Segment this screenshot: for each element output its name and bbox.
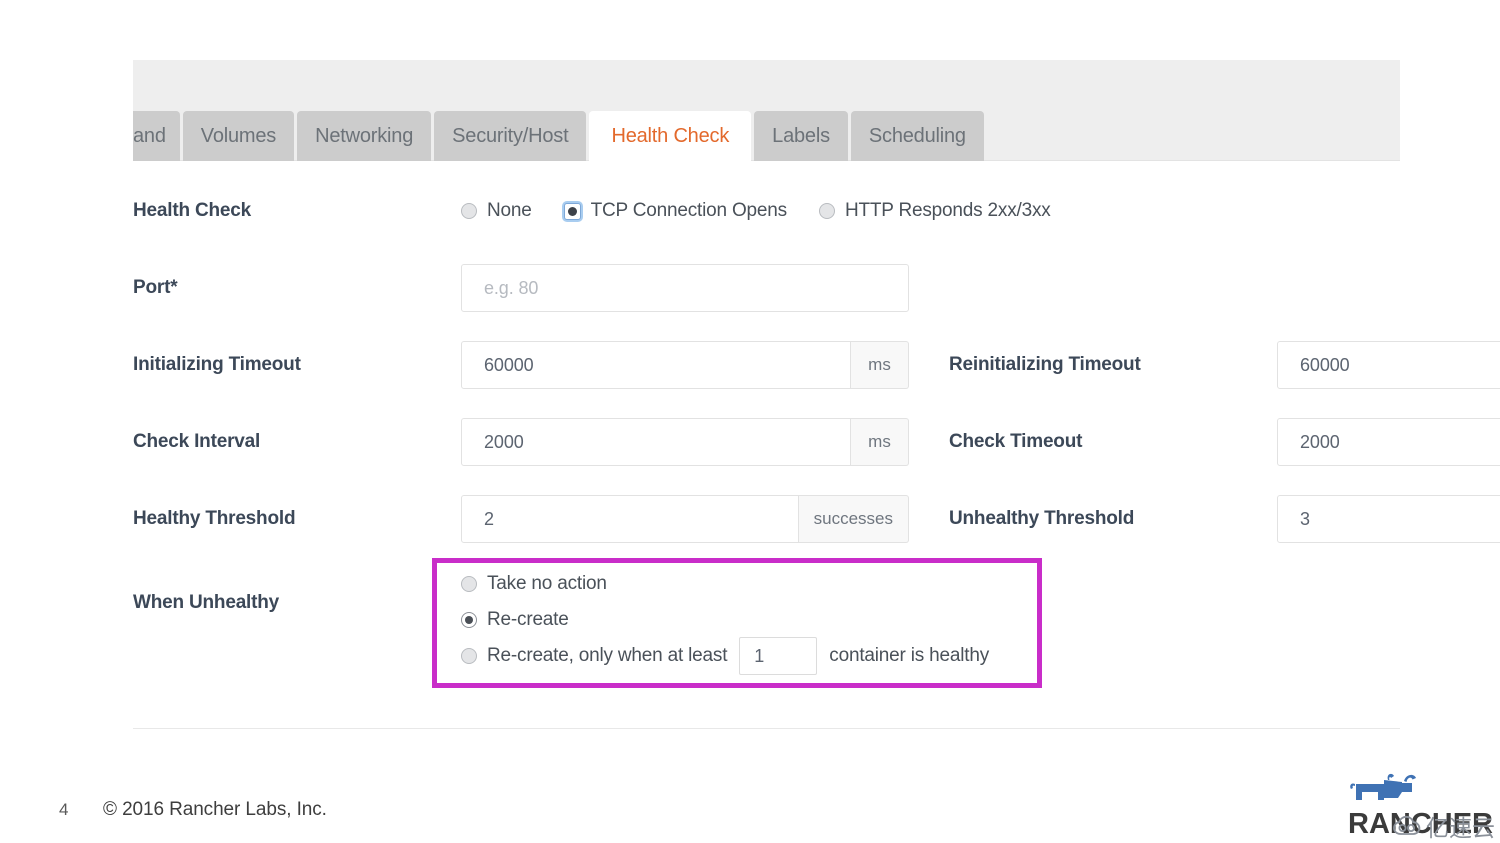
watermark-text: 亿速云 (1426, 809, 1495, 843)
check-interval-input[interactable]: 2000 (461, 418, 851, 466)
radio-label-after: container is healthy (829, 645, 989, 667)
row-initializing-timeout: Initializing Timeout 60000 ms Reinitiali… (0, 341, 1500, 389)
label-initializing-timeout: Initializing Timeout (133, 354, 301, 376)
unhealthy-threshold-input[interactable]: 3 (1277, 495, 1500, 543)
tab-scheduling[interactable]: Scheduling (851, 111, 984, 161)
row-check-interval: Check Interval 2000 ms Check Timeout 200… (0, 418, 1500, 466)
label-unhealthy-threshold: Unhealthy Threshold (949, 508, 1134, 530)
radio-icon[interactable] (819, 203, 835, 219)
radio-icon[interactable] (461, 576, 477, 592)
minimum-healthy-container-input[interactable]: 1 (739, 637, 817, 675)
field-reinitializing-timeout: 60000 ms (1277, 341, 1500, 389)
radio-icon[interactable] (564, 203, 581, 220)
page-number: 4 (59, 800, 68, 820)
radio-option-tcp-connection-opens[interactable]: TCP Connection Opens (564, 200, 787, 222)
row-port: Port* e.g. 80 (0, 264, 1500, 312)
radio-label: None (487, 200, 532, 222)
label-healthy-threshold: Healthy Threshold (133, 508, 295, 530)
tab-bar: and Volumes Networking Security/Host Hea… (133, 111, 1400, 161)
when-unhealthy-radio-group: Take no action Re-create Re-create, only… (461, 566, 989, 674)
tab-label: and (133, 125, 166, 147)
check-timeout-input[interactable]: 2000 (1277, 418, 1500, 466)
row-health-check: Health Check None TCP Connection Opens H… (0, 187, 1500, 235)
tab-command[interactable]: and (133, 111, 180, 161)
radio-icon[interactable] (461, 648, 477, 664)
row-healthy-threshold: Healthy Threshold 2 successes Unhealthy … (0, 495, 1500, 543)
radio-label: TCP Connection Opens (591, 200, 787, 222)
tab-label: Labels (772, 125, 830, 147)
field-port: e.g. 80 (461, 264, 909, 312)
cloud-icon (1393, 815, 1421, 837)
row-when-unhealthy: When Unhealthy Take no action Re-create … (0, 558, 1500, 688)
watermark: 亿速云 (1393, 809, 1495, 843)
field-check-interval: 2000 ms (461, 418, 909, 466)
tab-security-host[interactable]: Security/Host (434, 111, 586, 161)
port-input[interactable]: e.g. 80 (461, 264, 909, 312)
tab-label: Volumes (201, 125, 276, 147)
radio-option-take-no-action[interactable]: Take no action (461, 566, 989, 602)
field-check-timeout: 2000 ms (1277, 418, 1500, 466)
healthy-threshold-input[interactable]: 2 (461, 495, 799, 543)
healthy-threshold-unit: successes (799, 495, 909, 543)
footer-divider (133, 728, 1400, 729)
slide-canvas: and Volumes Networking Security/Host Hea… (0, 0, 1500, 843)
radio-option-none[interactable]: None (461, 200, 532, 222)
radio-option-re-create[interactable]: Re-create (461, 602, 989, 638)
radio-label: HTTP Responds 2xx/3xx (845, 200, 1051, 222)
radio-option-http-responds[interactable]: HTTP Responds 2xx/3xx (819, 200, 1051, 222)
tab-label: Networking (315, 125, 413, 147)
label-check-interval: Check Interval (133, 431, 260, 453)
initializing-timeout-input[interactable]: 60000 (461, 341, 851, 389)
field-initializing-timeout: 60000 ms (461, 341, 909, 389)
label-check-timeout: Check Timeout (949, 431, 1082, 453)
label-port: Port* (133, 277, 177, 299)
radio-icon[interactable] (461, 612, 477, 628)
radio-label-before: Re-create, only when at least (487, 645, 727, 667)
label-reinitializing-timeout: Reinitializing Timeout (949, 354, 1141, 376)
rancher-cow-icon (1348, 770, 1468, 810)
tab-volumes[interactable]: Volumes (183, 111, 294, 161)
initializing-timeout-unit: ms (851, 341, 909, 389)
radio-label: Take no action (487, 573, 607, 595)
tab-label: Scheduling (869, 125, 966, 147)
label-when-unhealthy: When Unhealthy (133, 592, 279, 614)
tab-networking[interactable]: Networking (297, 111, 431, 161)
reinitializing-timeout-input[interactable]: 60000 (1277, 341, 1500, 389)
field-unhealthy-threshold: 3 failures (1277, 495, 1500, 543)
copyright-text: © 2016 Rancher Labs, Inc. (103, 799, 327, 821)
tab-label: Security/Host (452, 125, 568, 147)
label-health-check: Health Check (133, 200, 251, 222)
tab-label: Health Check (611, 125, 729, 147)
check-interval-unit: ms (851, 418, 909, 466)
field-healthy-threshold: 2 successes (461, 495, 909, 543)
tab-health-check[interactable]: Health Check (589, 111, 751, 161)
radio-label: Re-create (487, 609, 569, 631)
health-check-radio-group: None TCP Connection Opens HTTP Responds … (461, 187, 1051, 235)
tab-labels[interactable]: Labels (754, 111, 848, 161)
radio-option-re-create-when-at-least[interactable]: Re-create, only when at least 1 containe… (461, 638, 989, 674)
radio-icon[interactable] (461, 203, 477, 219)
